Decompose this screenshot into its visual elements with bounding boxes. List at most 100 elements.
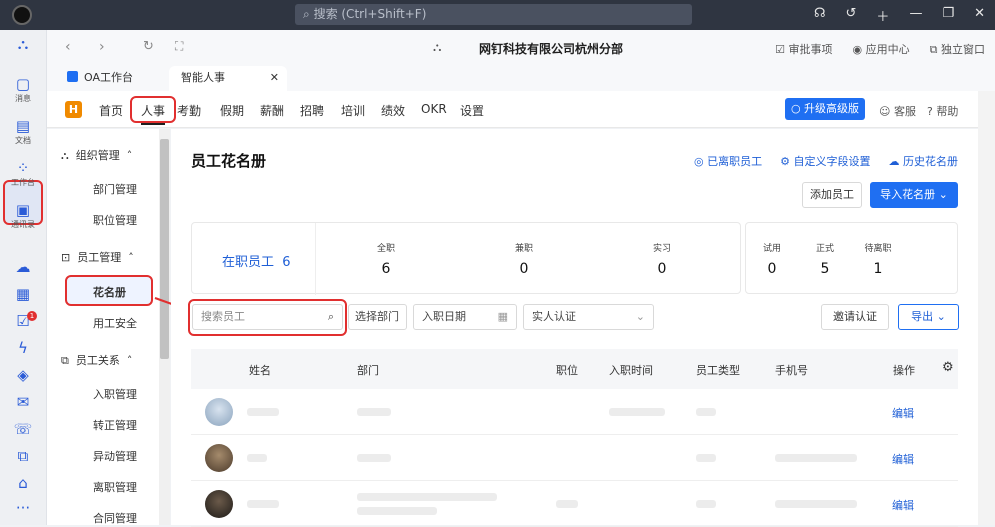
edit-link[interactable]: 编辑 [892, 405, 914, 421]
menu-performance[interactable]: 绩效 [381, 102, 405, 119]
custom-fields-link[interactable]: ⚙ 自定义字段设置 [780, 153, 870, 169]
org-switcher[interactable]: ⛬ [7, 36, 39, 52]
phone-icon[interactable]: ☏ [7, 421, 39, 437]
menu-okr[interactable]: OKR [421, 102, 447, 116]
sidebar-item-contract[interactable]: 合同管理 [93, 510, 137, 526]
menu-home[interactable]: 首页 [99, 102, 123, 119]
restore-icon[interactable]: ❐ [942, 6, 954, 25]
rail-label: 通讯录 [11, 220, 35, 229]
chevron-down-icon[interactable]: ▾ [593, 40, 598, 51]
invite-verify-button[interactable]: 邀请认证 [821, 304, 889, 330]
hire-date-picker[interactable]: 入职日期 ▦ [413, 304, 517, 330]
scrollbar-thumb[interactable] [160, 139, 169, 359]
app-logo [12, 5, 32, 25]
fullscreen-icon[interactable]: ⛶ [175, 39, 183, 54]
chat-icon: ▢ [15, 75, 31, 93]
history-roster-link[interactable]: ☁ 历史花名册 [889, 153, 959, 169]
box-icon[interactable]: ⌂ [7, 475, 39, 491]
mail-icon[interactable]: ✉ [7, 394, 39, 410]
global-search-input[interactable]: ⌕ 搜索 (Ctrl+Shift+F) [295, 4, 692, 25]
sidebar-item-roster[interactable]: 花名册 [93, 284, 126, 300]
col-emp-type: 员工类型 [696, 364, 740, 377]
sidebar-item-onboard[interactable]: 入职管理 [93, 386, 137, 402]
menu-leave[interactable]: 假期 [220, 102, 244, 119]
headset-icon[interactable]: ☊ [814, 6, 826, 25]
avatar [205, 444, 233, 472]
approval-link[interactable]: ☑ 审批事项 [775, 41, 832, 57]
more-icon: ··· [15, 499, 31, 517]
sidebar-group-staff[interactable]: ⊡ 员工管理 ˄ [61, 249, 134, 265]
app-center-link[interactable]: ◉ 应用中心 [853, 41, 910, 57]
resigned-link[interactable]: ◎ 已离职员工 [694, 153, 762, 169]
plus-icon[interactable]: ＋ [876, 6, 889, 25]
search-icon: ⌕ [303, 7, 310, 21]
chevron-up-icon: ˄ [128, 251, 134, 264]
todo-icon[interactable]: ☑ 1 [7, 311, 39, 329]
layers-icon[interactable]: ◈ [7, 367, 39, 383]
tab-oa-workbench[interactable]: OA工作台 [57, 66, 167, 91]
rail-item-workbench[interactable]: ⁘ 工作台 [7, 160, 39, 188]
stat-value-leaving: 1 [873, 261, 883, 277]
history-icon[interactable]: ↺ [846, 6, 857, 25]
sidebar-item-safety[interactable]: 用工安全 [93, 315, 137, 331]
rail-item-messages[interactable]: ▢ 消息 [7, 76, 39, 104]
help-link[interactable]: ? 帮助 [927, 103, 958, 119]
tab-close-icon[interactable]: ✕ [270, 66, 279, 89]
sidebar-item-dept[interactable]: 部门管理 [93, 181, 137, 197]
edit-link[interactable]: 编辑 [892, 497, 914, 513]
rail-label: 消息 [15, 94, 31, 103]
import-roster-button[interactable]: 导入花名册 ⌄ [870, 182, 958, 208]
menu-recruit[interactable]: 招聘 [300, 102, 324, 119]
table-header: 姓名 部门 职位 入职时间 员工类型 手机号 操作 ⚙ [191, 349, 958, 389]
company-switcher[interactable]: 网钉科技有限公司杭州分部 [479, 40, 623, 57]
employee-search-input[interactable]: 搜索员工 ⌕ [192, 304, 343, 330]
close-icon[interactable]: ✕ [974, 6, 985, 25]
forward-icon[interactable]: › [99, 39, 105, 55]
col-name: 姓名 [249, 364, 271, 377]
blurred-type [696, 408, 716, 416]
upgrade-button[interactable]: ○ 升级高级版 [785, 98, 865, 120]
stat-value-trial: 0 [767, 261, 777, 277]
menu-personnel[interactable]: 人事 [141, 102, 166, 125]
dept-select[interactable]: 选择部门 [348, 304, 407, 330]
edit-link[interactable]: 编辑 [892, 451, 914, 467]
sidebar-item-resign[interactable]: 离职管理 [93, 479, 137, 495]
calendar-icon[interactable]: ▦ [7, 286, 39, 302]
sidebar-item-position[interactable]: 职位管理 [93, 212, 137, 228]
refresh-icon[interactable]: ↻ [143, 39, 154, 54]
chevron-up-icon: ˄ [126, 149, 133, 162]
page-scrollbar[interactable] [978, 91, 995, 525]
back-icon[interactable]: ‹ [65, 39, 71, 55]
sidebar-item-regular[interactable]: 转正管理 [93, 417, 137, 433]
rail-item-docs[interactable]: ▤ 文档 [7, 118, 39, 146]
gear-icon: ⚙ [780, 155, 790, 168]
menu-settings[interactable]: 设置 [460, 102, 484, 119]
group-label: 组织管理 [75, 149, 120, 162]
menu-training[interactable]: 培训 [341, 102, 365, 119]
blurred-type [696, 454, 716, 462]
copy-icon[interactable]: ⧉ [7, 448, 39, 464]
cloud-icon[interactable]: ☁ [7, 259, 39, 275]
add-employee-button[interactable]: 添加员工 [802, 182, 862, 208]
search-icon: ⌕ [327, 310, 334, 323]
tab-smart-hr[interactable]: 智能人事 ✕ [169, 66, 287, 91]
more-button[interactable]: ··· [7, 500, 39, 516]
sidebar-scrollbar[interactable] [159, 129, 170, 525]
standalone-window-link[interactable]: ⧉ 独立窗口 [930, 41, 985, 57]
verify-select[interactable]: 实人认证 ⌄ [523, 304, 654, 330]
ding-icon[interactable]: ϟ [7, 340, 39, 356]
sidebar-group-relations[interactable]: ⧉ 员工关系 ˄ [61, 352, 132, 368]
sidebar-item-transfer[interactable]: 异动管理 [93, 448, 137, 464]
menu-salary[interactable]: 薪酬 [260, 102, 284, 119]
link-label: 自定义字段设置 [793, 155, 871, 168]
rail-item-contacts[interactable]: ▣ 通讯录 [7, 202, 39, 230]
sidebar-group-org[interactable]: ⛬ 组织管理 ˄ [61, 147, 132, 163]
export-button[interactable]: 导出 ⌄ [898, 304, 959, 330]
active-employees-link[interactable]: 在职员工 6 [222, 251, 291, 270]
active-label: 在职员工 [222, 255, 275, 270]
col-position: 职位 [556, 364, 578, 377]
minimize-icon[interactable]: — [909, 6, 922, 25]
service-link[interactable]: ☺ 客服 [879, 103, 916, 119]
table-settings-icon[interactable]: ⚙ [942, 360, 954, 375]
menu-attendance[interactable]: 考勤 [177, 102, 201, 119]
